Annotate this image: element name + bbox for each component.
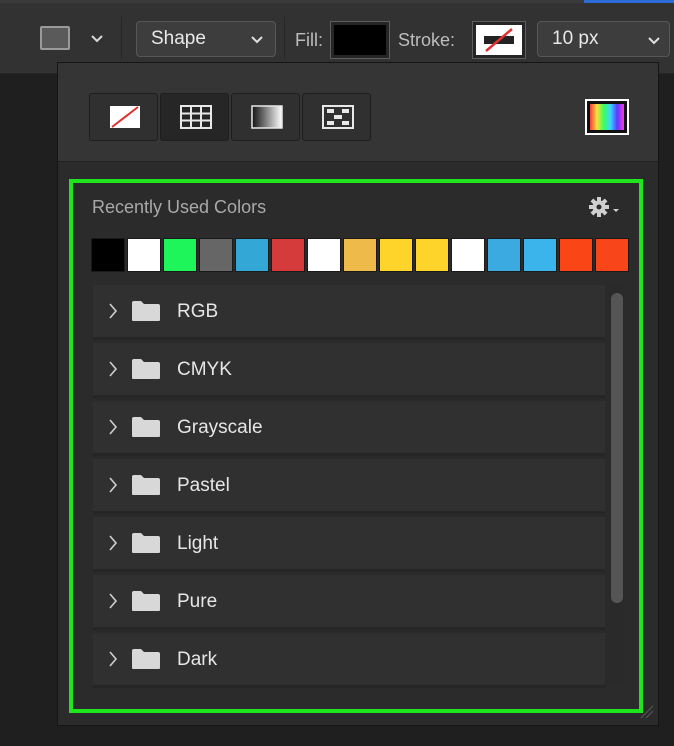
pattern-button[interactable]	[302, 93, 371, 141]
color-swatch[interactable]	[127, 238, 161, 272]
chevron-right-icon[interactable]	[107, 301, 119, 321]
color-swatch[interactable]	[163, 238, 197, 272]
color-swatch[interactable]	[415, 238, 449, 272]
chevron-right-icon[interactable]	[107, 533, 119, 553]
color-swatch[interactable]	[451, 238, 485, 272]
color-swatch[interactable]	[199, 238, 233, 272]
fill-swatch-button[interactable]	[330, 21, 390, 59]
swatch-folder-list: RGB CMYK Grayscale Pastel Light Pure Dark	[93, 285, 606, 688]
color-picker-button[interactable]	[585, 99, 629, 135]
swatch-folder-row[interactable]: Light	[93, 517, 606, 572]
color-swatch[interactable]	[91, 238, 125, 272]
folder-name: Pure	[177, 591, 218, 612]
no-color-button[interactable]	[89, 93, 158, 141]
folder-name: RGB	[177, 301, 219, 322]
shape-mode-value: Shape	[151, 28, 206, 49]
swatch-folder-row[interactable]: Pure	[93, 575, 606, 630]
color-swatch[interactable]	[559, 238, 593, 272]
color-swatch[interactable]	[523, 238, 557, 272]
stroke-width-value: 10 px	[552, 28, 599, 49]
gradient-button[interactable]	[231, 93, 300, 141]
chevron-down-icon	[648, 37, 660, 45]
color-swatch[interactable]	[487, 238, 521, 272]
chevron-right-icon[interactable]	[107, 649, 119, 669]
gradient-icon	[251, 105, 283, 129]
folder-icon	[132, 533, 160, 553]
chevron-right-icon[interactable]	[107, 591, 119, 611]
swatch-folder-row[interactable]: Grayscale	[93, 401, 606, 456]
folder-icon	[132, 359, 160, 379]
stroke-color-swatch	[476, 25, 522, 55]
stroke-width-dropdown-button[interactable]	[638, 21, 670, 57]
folder-name: CMYK	[177, 359, 232, 380]
swatch-folder-row[interactable]: Dark	[93, 633, 606, 688]
pattern-icon	[322, 105, 354, 129]
fill-label: Fill:	[295, 30, 323, 50]
tool-preset-icon[interactable]	[40, 26, 70, 50]
folder-icon	[132, 301, 160, 321]
folder-icon	[132, 417, 160, 437]
color-swatch[interactable]	[271, 238, 305, 272]
chevron-down-icon	[251, 36, 263, 44]
toolbar-divider	[121, 17, 122, 59]
gear-icon[interactable]	[588, 195, 622, 219]
scrollbar-thumb[interactable]	[611, 293, 623, 603]
no-color-icon	[110, 106, 140, 128]
toolbar-divider	[284, 17, 285, 59]
fill-color-panel: Recently Used Colors RGB CMYK Grayscale Pas…	[57, 62, 659, 726]
shape-mode-dropdown[interactable]: Shape	[136, 21, 276, 57]
swatch-folder-row[interactable]: Pastel	[93, 459, 606, 514]
stroke-swatch-button[interactable]	[472, 21, 526, 59]
color-swatch[interactable]	[307, 238, 341, 272]
recent-swatches	[91, 238, 631, 272]
color-swatch[interactable]	[235, 238, 269, 272]
color-swatch[interactable]	[595, 238, 629, 272]
scrollbar[interactable]	[605, 285, 625, 685]
folder-icon	[132, 475, 160, 495]
folder-icon	[132, 649, 160, 669]
swatch-folder-row[interactable]: RGB	[93, 285, 606, 340]
solid-color-button[interactable]	[160, 93, 229, 141]
color-swatch[interactable]	[343, 238, 377, 272]
recently-used-colors-label: Recently Used Colors	[92, 197, 267, 217]
fill-color-swatch	[334, 25, 386, 55]
fill-type-header	[58, 63, 658, 162]
folder-icon	[132, 591, 160, 611]
chevron-down-icon[interactable]	[88, 29, 106, 47]
no-stroke-icon	[484, 28, 514, 52]
fill-type-buttons	[89, 93, 373, 143]
stroke-width-field[interactable]: 10 px	[537, 21, 639, 57]
swatches-highlight-frame: Recently Used Colors RGB CMYK Grayscale Pas…	[69, 179, 643, 713]
chevron-right-icon[interactable]	[107, 417, 119, 437]
folder-name: Grayscale	[177, 417, 263, 438]
color-swatch[interactable]	[379, 238, 413, 272]
chevron-right-icon[interactable]	[107, 359, 119, 379]
folder-name: Light	[177, 533, 219, 554]
folder-name: Pastel	[177, 475, 230, 496]
solid-color-grid-icon	[180, 105, 212, 129]
color-picker-spectrum-icon	[590, 104, 624, 130]
stroke-label: Stroke:	[398, 30, 456, 50]
chevron-right-icon[interactable]	[107, 475, 119, 495]
resize-grip-icon[interactable]	[638, 703, 654, 719]
swatch-folder-row[interactable]: CMYK	[93, 343, 606, 398]
folder-name: Dark	[177, 649, 218, 670]
